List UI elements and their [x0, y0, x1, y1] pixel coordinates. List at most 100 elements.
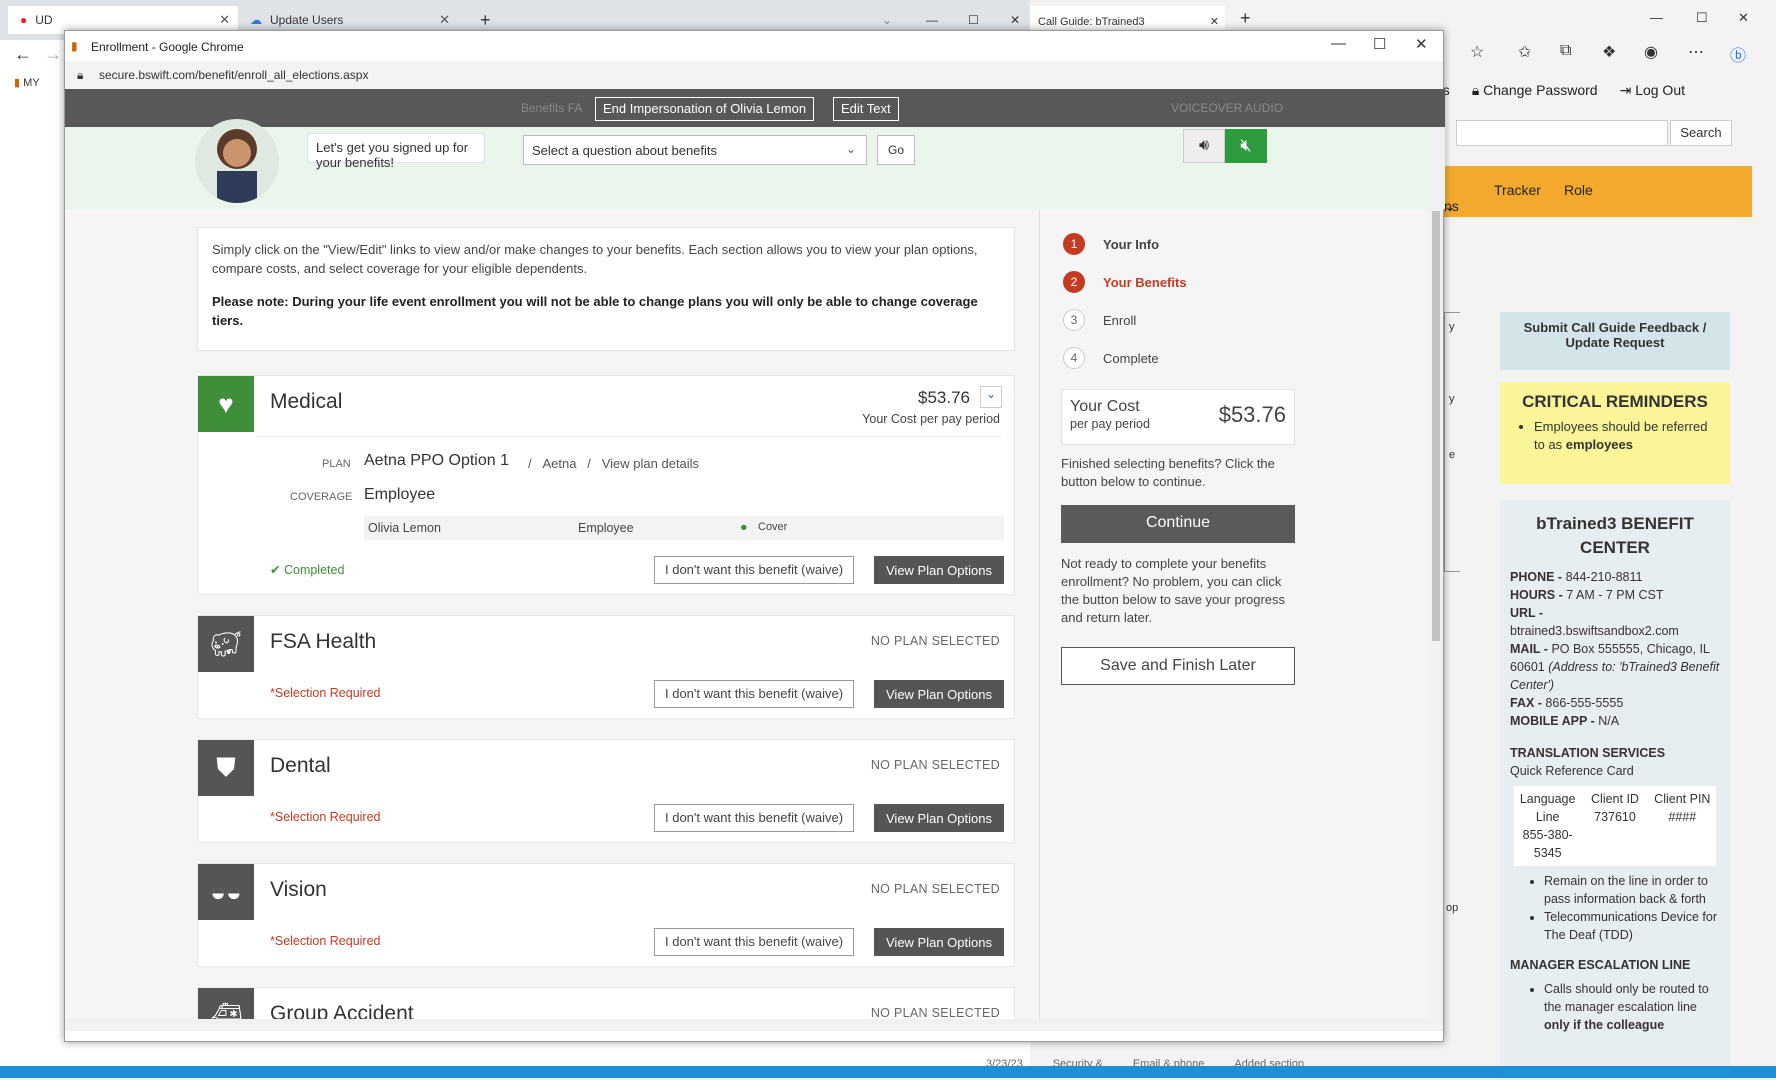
- waive-button[interactable]: I don't want this benefit (waive): [654, 928, 855, 956]
- bing-icon[interactable]: ⓑ: [1730, 42, 1746, 70]
- speaker-icon[interactable]: 🔊︎: [1183, 129, 1225, 163]
- step-label: Enroll: [1103, 312, 1137, 328]
- search-button[interactable]: Search: [1670, 120, 1732, 146]
- new-tab-button[interactable]: +: [1240, 8, 1251, 29]
- audio-controls: 🔊︎ 🔇︎: [1183, 129, 1267, 163]
- profile-icon[interactable]: ◉: [1644, 42, 1658, 70]
- search-input[interactable]: [1456, 120, 1668, 146]
- minimize-icon[interactable]: —: [1331, 35, 1346, 52]
- intro-box: Simply click on the "View/Edit" links to…: [197, 227, 1015, 351]
- window-titlebar: ▮ Enrollment - Google Chrome — ☐ ✕: [65, 31, 1443, 61]
- question-select[interactable]: Select a question about benefits ⌄: [523, 135, 867, 165]
- end-impersonation-button[interactable]: End Impersonation of Olivia Lemon: [595, 97, 815, 121]
- waive-button[interactable]: I don't want this benefit (waive): [654, 556, 855, 584]
- view-plan-options-button[interactable]: View Plan Options: [874, 556, 1004, 584]
- step-label: Your Benefits: [1103, 274, 1187, 290]
- step-label: Your Info: [1103, 236, 1160, 252]
- phone-label: PHONE -: [1510, 570, 1566, 584]
- lock-icon: 🔒︎: [1471, 82, 1480, 98]
- close-icon[interactable]: ✕: [1210, 15, 1219, 28]
- phone-value: 844-210-8811: [1565, 570, 1643, 584]
- close-icon[interactable]: ✕: [219, 12, 230, 28]
- impersonation-toolbar: Benefits FA VOICEOVER AUDIO End Imperson…: [65, 89, 1445, 127]
- forward-arrow-icon[interactable]: →: [44, 44, 62, 65]
- scrollbar-thumb[interactable]: [1432, 211, 1440, 641]
- phone-line: PHONE - 844-210-8811: [1510, 568, 1720, 586]
- minimize-icon[interactable]: —: [1650, 10, 1663, 25]
- benefit-name: Vision: [270, 878, 327, 901]
- close-window-icon[interactable]: ✕: [1738, 10, 1749, 26]
- member-status: Cover: [758, 521, 788, 533]
- tab-label: Call Guide: bTrained3: [1038, 16, 1145, 28]
- escalation-item: Calls should only be routed to the manag…: [1544, 980, 1720, 1034]
- edit-text-button[interactable]: Edit Text: [833, 97, 899, 121]
- back-arrow-icon[interactable]: ←: [14, 44, 32, 65]
- bswift-icon: ▮: [71, 39, 78, 53]
- vertical-scrollbar[interactable]: [1429, 127, 1443, 1031]
- translation-sub: Quick Reference Card: [1510, 764, 1634, 778]
- save-finish-later-button[interactable]: Save and Finish Later: [1061, 647, 1295, 685]
- member-row: Olivia Lemon Employee ● Cover: [364, 516, 1004, 540]
- maximize-icon[interactable]: ☐: [1696, 10, 1708, 26]
- trans-val: 855-380-5345: [1522, 828, 1573, 860]
- view-plan-options-button[interactable]: View Plan Options: [874, 804, 1004, 832]
- plan-name: Aetna PPO Option 1: [364, 452, 509, 469]
- horizontal-scrollbar[interactable]: [65, 1019, 1431, 1031]
- bookmark-my[interactable]: ▮ MY: [14, 76, 40, 89]
- enrollment-window: ▮ Enrollment - Google Chrome — ☐ ✕ 🔒︎ se…: [64, 30, 1445, 1042]
- step-your-benefits: 2 Your Benefits: [1063, 263, 1187, 301]
- nav-log-out[interactable]: ⇥ Log Out: [1620, 82, 1685, 99]
- view-plan-options-button[interactable]: View Plan Options: [874, 928, 1004, 956]
- benefit-card-dental: ⛊ Dental NO PLAN SELECTED *Selection Req…: [197, 739, 1015, 843]
- waive-button[interactable]: I don't want this benefit (waive): [654, 680, 855, 708]
- mail-label: MAIL -: [1510, 642, 1552, 656]
- feedback-link[interactable]: Submit Call Guide Feedback / Update Requ…: [1500, 312, 1730, 370]
- partial-panel: y y e: [1444, 312, 1460, 572]
- close-icon[interactable]: ✕: [439, 12, 450, 28]
- tooth-icon: ⛊: [198, 740, 254, 796]
- view-plan-options-button[interactable]: View Plan Options: [874, 680, 1004, 708]
- hours-label: HOURS -: [1510, 588, 1567, 602]
- step-number: 1: [1063, 233, 1085, 255]
- plan-status: NO PLAN SELECTED: [870, 758, 1000, 772]
- url-text: secure.bswift.com/benefit/enroll_all_ele…: [99, 68, 369, 82]
- step-complete: 4 Complete: [1063, 339, 1187, 377]
- selection-required: *Selection Required: [270, 686, 381, 700]
- piggy-bank-icon: 🐖︎: [198, 616, 254, 672]
- trans-col: Client ID 737610: [1581, 786, 1648, 866]
- translation-title: TRANSLATION SERVICES: [1510, 746, 1666, 760]
- speech-bubble: Let's get you signed up for your benefit…: [307, 133, 485, 170]
- hours-line: HOURS - 7 AM - 7 PM CST: [1510, 586, 1720, 604]
- mute-icon[interactable]: 🔇︎: [1225, 129, 1267, 163]
- waive-button[interactable]: I don't want this benefit (waive): [654, 804, 855, 832]
- continue-button[interactable]: Continue: [1061, 505, 1295, 543]
- hours-value: 7 AM - 7 PM CST: [1566, 588, 1664, 602]
- lock-icon: 🔒︎: [77, 68, 84, 82]
- collections-icon[interactable]: ⧉: [1560, 42, 1571, 70]
- chevron-down-icon[interactable]: ⌄: [980, 386, 1002, 408]
- close-window-icon[interactable]: ✕: [1415, 35, 1428, 53]
- status-text: Completed: [283, 563, 345, 577]
- bookmark-label: MY: [23, 77, 40, 89]
- url-value[interactable]: btrained3.bswiftsandbox2.com: [1510, 622, 1720, 640]
- maximize-icon[interactable]: ☐: [1373, 35, 1386, 53]
- nav-change-password[interactable]: 🔒︎ Change Password: [1472, 82, 1598, 99]
- partial-text: y: [1449, 321, 1455, 333]
- cost-label: Your Cost per pay period: [862, 412, 1000, 426]
- your-cost-box: Your Cost per pay period $53.76: [1061, 389, 1295, 445]
- address-bar[interactable]: 🔒︎ secure.bswift.com/benefit/enroll_all_…: [65, 61, 1443, 89]
- partial-text: e: [1449, 449, 1456, 461]
- menu-item-role[interactable]: Role: [1564, 182, 1593, 198]
- view-plan-details-link[interactable]: View plan details: [602, 456, 699, 471]
- benefit-name: Dental: [270, 754, 331, 777]
- more-icon[interactable]: ⋯: [1688, 42, 1704, 70]
- glasses-icon: ◒◒: [198, 864, 254, 920]
- favorites-icon[interactable]: ✩: [1518, 42, 1531, 70]
- go-button[interactable]: Go: [877, 135, 915, 165]
- avatar: [195, 119, 279, 203]
- step-number: 4: [1063, 347, 1085, 369]
- check-circle-icon: ✔: [270, 563, 281, 577]
- menu-item-tracker[interactable]: Tracker: [1494, 182, 1541, 198]
- extension-icon[interactable]: ❖: [1602, 42, 1616, 70]
- star-icon[interactable]: ☆: [1470, 42, 1484, 70]
